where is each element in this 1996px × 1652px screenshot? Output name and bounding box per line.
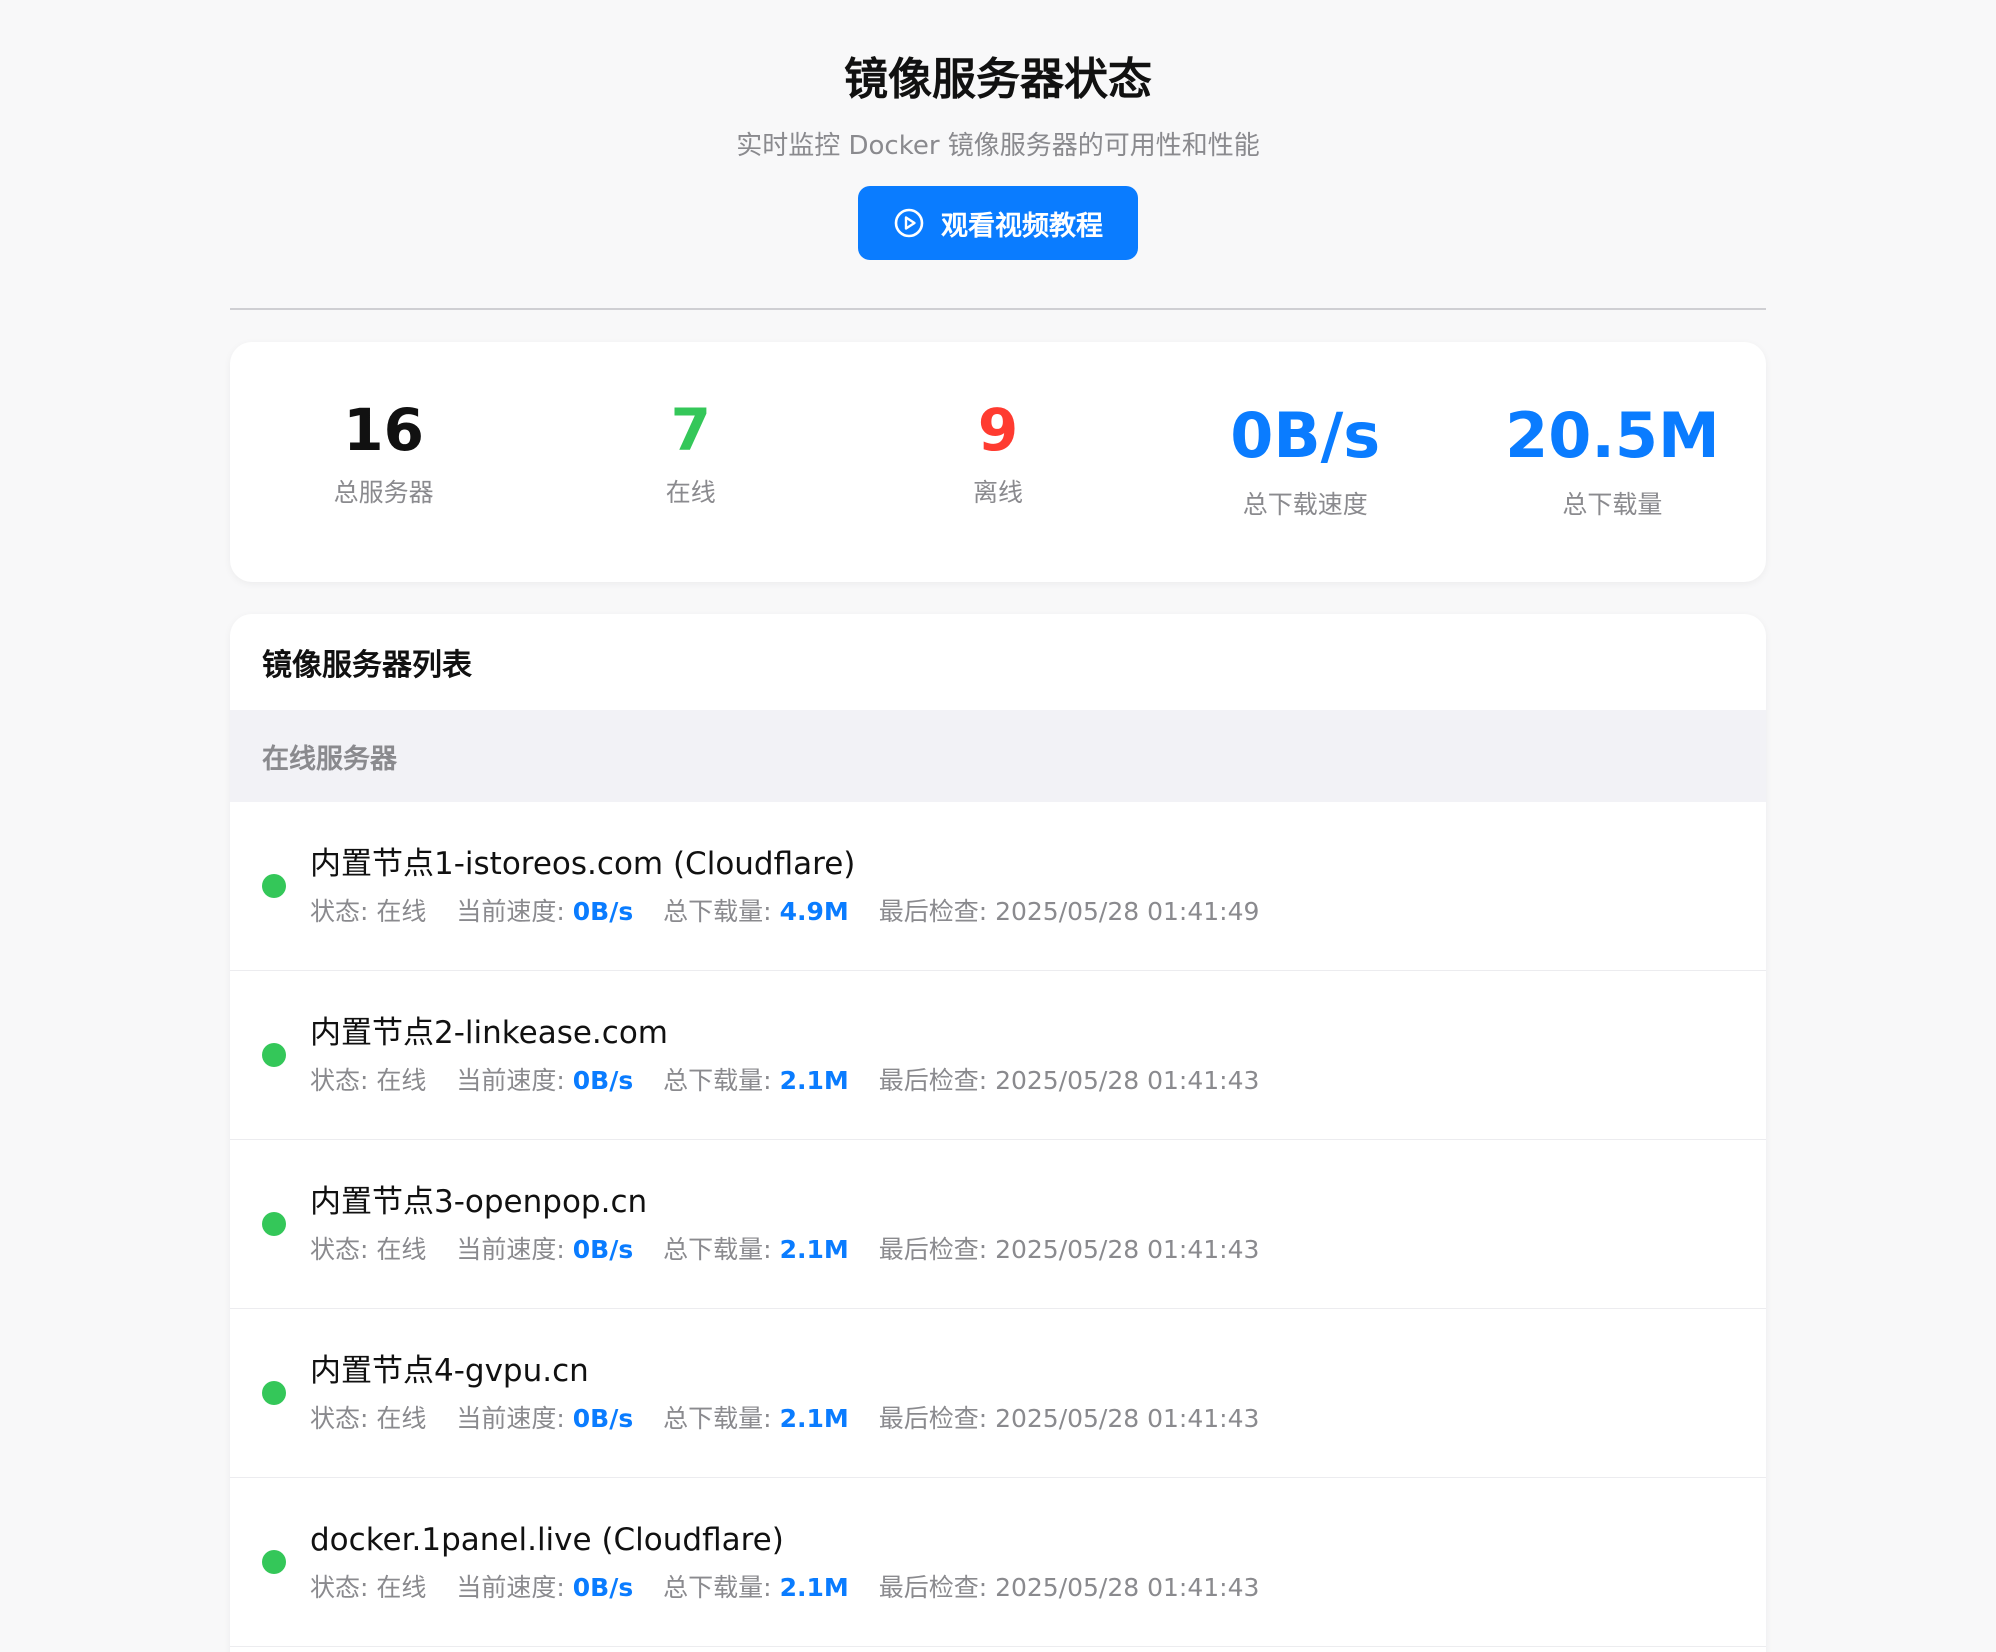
server-name: 内置节点2-linkease.com xyxy=(310,1015,668,1051)
server-row-3[interactable]: 内置节点3-openpop.cn 状态: 在线 当前速度: 0B/s 总下载量:… xyxy=(230,1140,1766,1309)
online-status-dot xyxy=(262,1043,286,1067)
page-title: 镜像服务器状态 xyxy=(844,54,1152,105)
server-meta: 状态: 在线 当前速度: 0B/s 总下载量: 2.1M 最后检查: 2025/… xyxy=(310,1065,1281,1097)
watch-tutorial-button[interactable]: 观看视频教程 xyxy=(858,186,1138,260)
server-last-check: 最后检查: 2025/05/28 01:41:43 xyxy=(878,1066,1260,1095)
stat-total-speed-value: 0B/s xyxy=(1230,399,1381,472)
stat-total-downloaded-label: 总下载量 xyxy=(1562,490,1663,519)
server-name: 内置节点4-gvpu.cn xyxy=(310,1353,589,1389)
server-status: 状态: 在线 xyxy=(310,897,427,926)
server-downloaded: 总下载量: 4.9M xyxy=(663,897,849,926)
server-meta: 状态: 在线 当前速度: 0B/s 总下载量: 2.1M 最后检查: 2025/… xyxy=(310,1234,1281,1266)
stat-total-servers-label: 总服务器 xyxy=(333,478,434,507)
page-subtitle: 实时监控 Docker 镜像服务器的可用性和性能 xyxy=(736,131,1260,161)
server-downloaded: 总下载量: 2.1M xyxy=(663,1235,849,1264)
server-name: docker.1panel.live (Cloudflare) xyxy=(310,1522,784,1558)
server-status: 状态: 在线 xyxy=(310,1573,427,1602)
server-last-check: 最后检查: 2025/05/28 01:41:43 xyxy=(878,1573,1260,1602)
stat-online: 7 在线 xyxy=(537,398,844,510)
server-name: 内置节点3-openpop.cn xyxy=(310,1184,648,1220)
online-section-header: 在线服务器 xyxy=(230,710,1766,802)
server-row-4[interactable]: 内置节点4-gvpu.cn 状态: 在线 当前速度: 0B/s 总下载量: 2.… xyxy=(230,1309,1766,1478)
stats-card: 16 总服务器 7 在线 9 离线 0B/s 总下载速度 20.5M 总下载量 xyxy=(230,342,1766,582)
server-downloaded: 总下载量: 2.1M xyxy=(663,1066,849,1095)
stat-offline: 9 离线 xyxy=(844,398,1151,510)
server-rows: 内置节点1-istoreos.com (Cloudflare) 状态: 在线 当… xyxy=(230,802,1766,1647)
stat-offline-value: 9 xyxy=(977,396,1019,464)
server-status: 状态: 在线 xyxy=(310,1066,427,1095)
server-last-check: 最后检查: 2025/05/28 01:41:49 xyxy=(878,897,1260,926)
online-status-dot xyxy=(262,1212,286,1236)
server-downloaded: 总下载量: 2.1M xyxy=(663,1573,849,1602)
stat-online-label: 在线 xyxy=(665,478,716,507)
online-status-dot xyxy=(262,874,286,898)
server-speed: 当前速度: 0B/s xyxy=(456,1066,634,1095)
server-row-1[interactable]: 内置节点1-istoreos.com (Cloudflare) 状态: 在线 当… xyxy=(230,802,1766,971)
server-meta: 状态: 在线 当前速度: 0B/s 总下载量: 2.1M 最后检查: 2025/… xyxy=(310,1572,1281,1604)
server-info: 内置节点4-gvpu.cn 状态: 在线 当前速度: 0B/s 总下载量: 2.… xyxy=(310,1351,1281,1435)
stat-online-value: 7 xyxy=(670,396,711,464)
stat-total-servers-value: 16 xyxy=(343,396,424,464)
server-info: docker.1panel.live (Cloudflare) 状态: 在线 当… xyxy=(310,1520,1281,1604)
stat-total-servers: 16 总服务器 xyxy=(230,398,537,510)
server-list-card: 镜像服务器列表 在线服务器 内置节点1-istoreos.com (Cloudf… xyxy=(230,614,1766,1652)
server-info: 内置节点2-linkease.com 状态: 在线 当前速度: 0B/s 总下载… xyxy=(310,1013,1281,1097)
watch-tutorial-label: 观看视频教程 xyxy=(941,210,1103,242)
play-circle-icon xyxy=(893,207,925,239)
server-speed: 当前速度: 0B/s xyxy=(456,1235,634,1264)
server-row-2[interactable]: 内置节点2-linkease.com 状态: 在线 当前速度: 0B/s 总下载… xyxy=(230,971,1766,1140)
header-divider xyxy=(230,308,1766,310)
server-row-5[interactable]: docker.1panel.live (Cloudflare) 状态: 在线 当… xyxy=(230,1478,1766,1647)
server-status: 状态: 在线 xyxy=(310,1404,427,1433)
stat-total-speed: 0B/s 总下载速度 xyxy=(1152,398,1459,522)
server-last-check: 最后检查: 2025/05/28 01:41:43 xyxy=(878,1404,1260,1433)
page: 镜像服务器状态 实时监控 Docker 镜像服务器的可用性和性能 观看视频教程 … xyxy=(230,0,1766,1652)
server-meta: 状态: 在线 当前速度: 0B/s 总下载量: 2.1M 最后检查: 2025/… xyxy=(310,1403,1281,1435)
server-list-title: 镜像服务器列表 xyxy=(262,648,472,683)
server-speed: 当前速度: 0B/s xyxy=(456,1573,634,1602)
server-last-check: 最后检查: 2025/05/28 01:41:43 xyxy=(878,1235,1260,1264)
server-name: 内置节点1-istoreos.com (Cloudflare) xyxy=(310,846,856,882)
server-downloaded: 总下载量: 2.1M xyxy=(663,1404,849,1433)
stat-total-downloaded-value: 20.5M xyxy=(1505,399,1720,472)
server-status: 状态: 在线 xyxy=(310,1235,427,1264)
stat-total-downloaded: 20.5M 总下载量 xyxy=(1459,398,1766,522)
header: 镜像服务器状态 实时监控 Docker 镜像服务器的可用性和性能 观看视频教程 xyxy=(230,0,1766,260)
server-info: 内置节点3-openpop.cn 状态: 在线 当前速度: 0B/s 总下载量:… xyxy=(310,1182,1281,1266)
online-status-dot xyxy=(262,1381,286,1405)
server-meta: 状态: 在线 当前速度: 0B/s 总下载量: 4.9M 最后检查: 2025/… xyxy=(310,896,1281,928)
online-status-dot xyxy=(262,1550,286,1574)
stat-offline-label: 离线 xyxy=(973,478,1024,507)
server-info: 内置节点1-istoreos.com (Cloudflare) 状态: 在线 当… xyxy=(310,844,1281,928)
server-speed: 当前速度: 0B/s xyxy=(456,897,634,926)
server-speed: 当前速度: 0B/s xyxy=(456,1404,634,1433)
stat-total-speed-label: 总下载速度 xyxy=(1242,490,1368,519)
